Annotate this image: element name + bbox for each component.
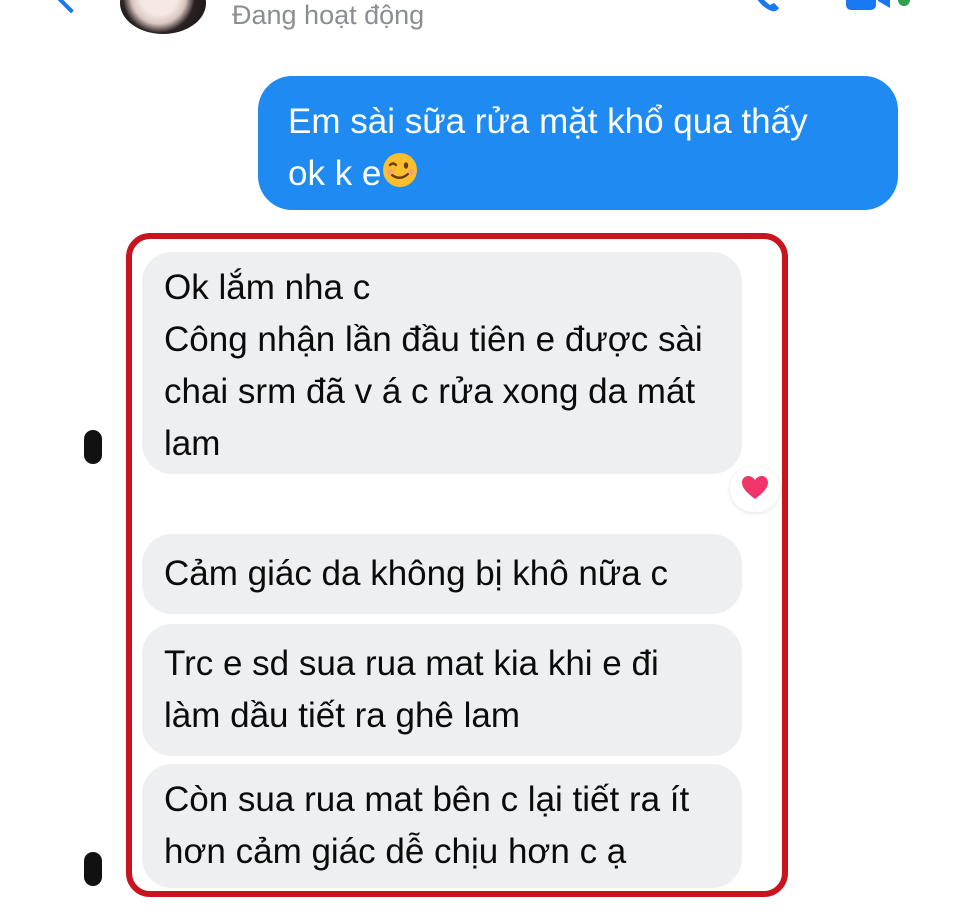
active-status-dot xyxy=(898,0,910,6)
incoming-message[interactable]: Ok lắm nha c Công nhận lần đầu tiên e đư… xyxy=(142,252,742,474)
message-reaction[interactable] xyxy=(730,466,780,512)
chevron-left-icon[interactable] xyxy=(52,0,90,14)
sender-mini-avatar xyxy=(84,430,102,464)
active-status: Đang hoạt động xyxy=(232,0,425,30)
contact-avatar[interactable] xyxy=(120,0,206,34)
chat-header: Đang hoạt động xyxy=(0,0,960,44)
heart-icon xyxy=(742,476,768,499)
incoming-message[interactable]: Còn sua rua mat bên c lại tiết ra ít hơn… xyxy=(142,764,742,888)
wink-emoji-icon xyxy=(381,151,419,204)
incoming-message[interactable]: Cảm giác da không bị khô nữa c xyxy=(142,534,742,614)
incoming-message[interactable]: Trc e sd sua rua mat kia khi e đi làm dầ… xyxy=(142,624,742,756)
messenger-chat-screen: Đang hoạt động Em sài sữa rửa mặt khổ qu… xyxy=(0,0,960,918)
outgoing-message[interactable]: Em sài sữa rửa mặt khổ qua thấy ok k e xyxy=(258,76,898,210)
phone-icon[interactable] xyxy=(752,0,780,12)
video-icon[interactable] xyxy=(846,0,890,12)
sender-mini-avatar xyxy=(84,852,102,886)
outgoing-message-text: Em sài sữa rửa mặt khổ qua thấy ok k e xyxy=(288,102,808,193)
